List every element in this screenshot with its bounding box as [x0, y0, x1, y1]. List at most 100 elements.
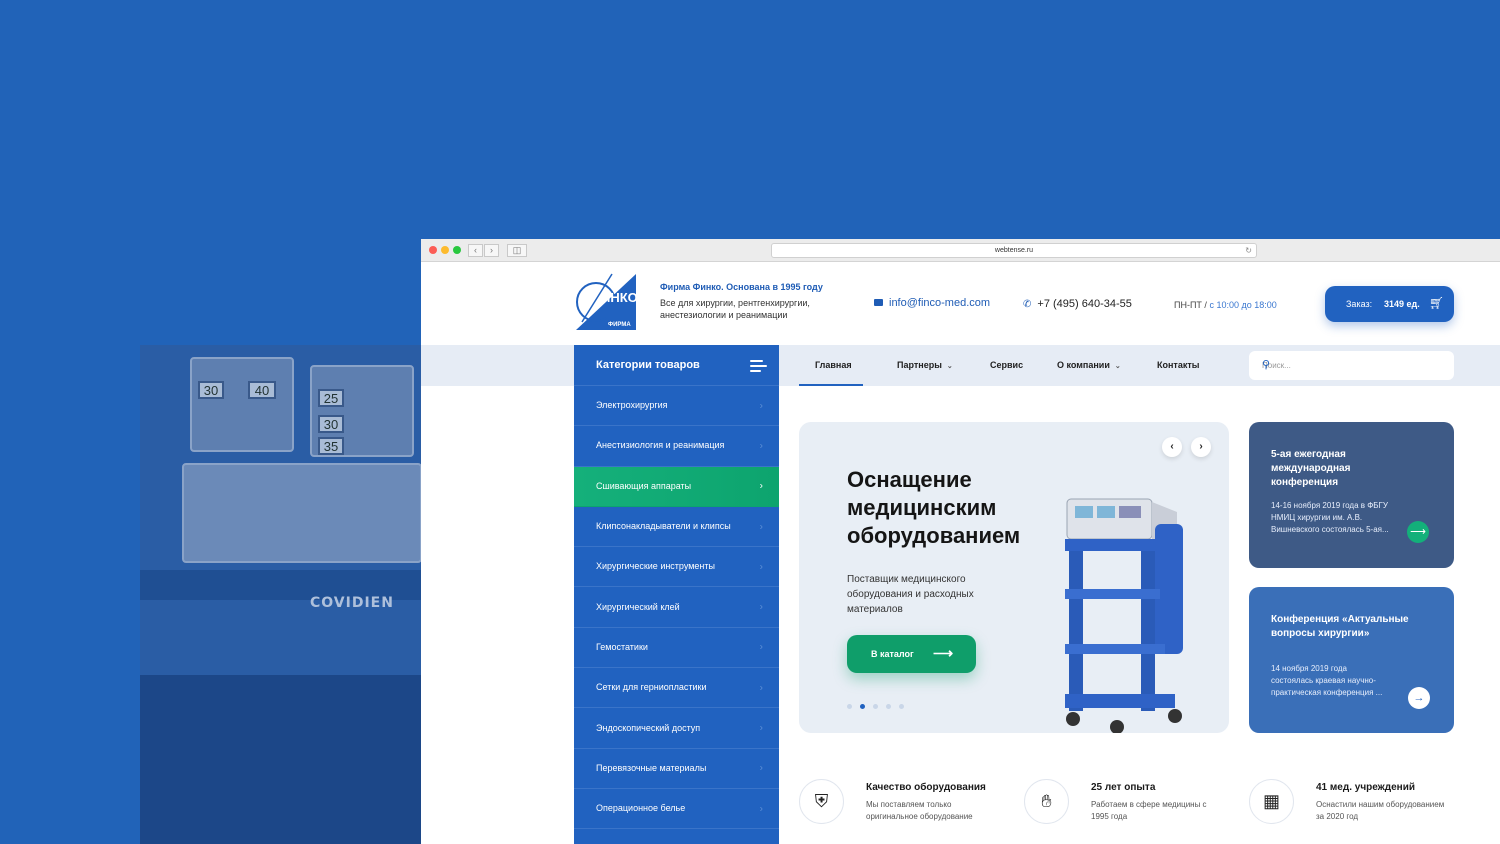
catalog-button[interactable]: В каталог ⟶ [847, 635, 976, 673]
chevron-down-icon: ⌄ [1114, 363, 1121, 370]
mail-icon [874, 299, 883, 306]
nav-contacts[interactable]: Контакты [1157, 360, 1199, 370]
nav-partners[interactable]: Партнеры ⌄ [897, 360, 953, 370]
reload-icon[interactable]: ↻ [1245, 244, 1252, 257]
hospital-icon: ▦ [1249, 779, 1294, 824]
slide-dot[interactable] [873, 704, 878, 709]
sidebar-item-label: Эндоскопический доступ [596, 722, 701, 733]
zoom-dot-icon[interactable] [453, 246, 461, 254]
arrow-right-icon: ⟶ [933, 645, 954, 661]
hours-time: с 10:00 до 18:00 [1209, 300, 1277, 310]
sidebar-item-clip-appliers[interactable]: Клипсонакладыватели и клипсы › [574, 507, 779, 548]
hours-days: ПН-ПТ / [1174, 300, 1207, 310]
svg-text:ФИРМА: ФИРМА [608, 322, 631, 328]
slider-dots [847, 696, 912, 714]
chevron-right-icon: › [759, 762, 763, 774]
sidebar-item-dressings[interactable]: Перевязочные материалы › [574, 749, 779, 789]
nav-about[interactable]: О компании ⌄ [1057, 360, 1121, 370]
sidebar-item-label: Анестизиология и реанимация [596, 440, 725, 451]
address-bar[interactable]: webtense.ru ↻ [771, 243, 1257, 258]
news-card[interactable]: Конференция «Актуальные вопросы хирургии… [1249, 587, 1454, 733]
back-arrow-icon[interactable]: ‹ [468, 244, 483, 257]
news-title: Конференция «Актуальные вопросы хирургии… [1271, 614, 1409, 639]
catalog-button-label: В каталог [871, 649, 914, 659]
sidebar-item-surgical-instruments[interactable]: Хирургические инструменты › [574, 547, 779, 588]
slide-dot[interactable] [899, 704, 904, 709]
hero-slider: Оснащение медицинским оборудованием Пост… [799, 422, 1229, 733]
close-dot-icon[interactable] [429, 246, 437, 254]
order-label: Заказ: [1346, 299, 1373, 309]
sidebar-item-label: Клипсонакладыватели и клипсы [596, 521, 731, 532]
chevron-right-icon: › [759, 641, 763, 653]
chevron-down-icon: ⌄ [946, 363, 953, 370]
browser-window: ‹ › ◫ webtense.ru ↻ ИНКО ФИРМА Фирма Финк… [421, 239, 1500, 844]
phone-link[interactable]: ✆ +7 (495) 640-34-55 [1023, 298, 1132, 310]
chevron-right-icon: › [759, 601, 763, 613]
shield-icon: ⛨ [799, 779, 844, 824]
news-text: 14-16 ноября 2019 года в ФБГУ НМИЦ хирур… [1271, 501, 1389, 534]
device-value: 35 [318, 437, 344, 455]
news-text: 14 ноября 2019 года состоялась краевая н… [1271, 664, 1383, 697]
sidebar-item-staplers[interactable]: Сшивающия аппараты › [574, 466, 779, 507]
chevron-right-icon: › [759, 400, 763, 412]
sidebar-header[interactable]: Категории товаров [574, 345, 779, 386]
sidebar-item-hemostatics[interactable]: Гемостатики › [574, 628, 779, 669]
sidebar-toggle-icon[interactable]: ◫ [507, 244, 527, 257]
device-value: 30 [198, 381, 224, 399]
sidebar-title: Категории товаров [596, 359, 700, 371]
device-base [140, 675, 421, 844]
sidebar-item-endoscopic-access[interactable]: Эндоскопический доступ › [574, 708, 779, 749]
slider-next-icon[interactable]: › [1191, 437, 1211, 457]
email-text: info@finco-med.com [889, 297, 991, 309]
nav-label: О компании [1057, 360, 1110, 370]
device-value: 30 [318, 415, 344, 433]
sidebar-item-electrosurgery[interactable]: Электрохирургия › [574, 386, 779, 427]
slider-prev-icon[interactable]: ‹ [1162, 437, 1182, 457]
chevron-right-icon: › [759, 480, 763, 492]
slide-dot[interactable] [886, 704, 891, 709]
phone-text: +7 (495) 640-34-55 [1037, 298, 1132, 310]
sidebar-item-anesthesiology[interactable]: Анестизиология и реанимация › [574, 426, 779, 467]
nav-service[interactable]: Сервис [990, 360, 1023, 370]
device-value: 40 [248, 381, 276, 399]
feature-experience: ✋︎ 25 лет опыта Работаем в сфере медицин… [1024, 779, 1244, 829]
device-front-panel [182, 463, 421, 563]
chevron-right-icon: › [759, 722, 763, 734]
sidebar-item-label: Операционное белье [596, 803, 686, 814]
slide-dot-active[interactable] [860, 704, 865, 709]
forward-arrow-icon[interactable]: › [484, 244, 499, 257]
menu-icon[interactable] [750, 360, 767, 372]
order-cart-button[interactable]: Заказ: 3149 ед. 🛒︎ [1325, 286, 1454, 322]
company-logo[interactable]: ИНКО ФИРМА [574, 272, 638, 332]
sidebar-item-label: Хирургический клей [596, 601, 680, 612]
nav-label: Партнеры [897, 360, 942, 370]
hero-text: Поставщик медицинского оборудования и ра… [847, 574, 974, 615]
chevron-right-icon: › [759, 803, 763, 815]
slide-dot[interactable] [847, 704, 852, 709]
feature-text: Оснастили нашим оборудованием за 2020 го… [1316, 800, 1445, 821]
sidebar-item-label: Хирургические инструменты [596, 561, 715, 572]
chevron-right-icon: › [759, 440, 763, 452]
device-display-panel: 30 40 [190, 357, 294, 452]
search-icon[interactable]: ⚲ [1262, 358, 1442, 371]
sidebar-item-surgical-linen[interactable]: Операционное белье › [574, 789, 779, 830]
sidebar-item-hernia-meshes[interactable]: Сетки для герниопластики › [574, 668, 779, 709]
url-text: webtense.ru [994, 247, 1034, 254]
arrow-right-icon[interactable]: ⟶ [1407, 521, 1429, 543]
active-nav-indicator [799, 384, 863, 386]
sidebar-item-surgical-glue[interactable]: Хирургический клей › [574, 587, 779, 628]
news-card[interactable]: 5-ая ежегодная международная конференция… [1249, 422, 1454, 568]
sidebar-item-label: Перевязочные материалы [596, 762, 707, 773]
nav-home[interactable]: Главная [815, 360, 852, 370]
hero-title: Оснащение медицинским оборудованием [847, 467, 1021, 548]
feature-quality: ⛨ Качество оборудования Мы поставляем то… [799, 779, 1019, 829]
category-sidebar: Категории товаров Электрохирургия › Анест… [574, 345, 779, 844]
site-header: ИНКО ФИРМА Фирма Финко. Основана в 1995 … [421, 262, 1500, 345]
search-input[interactable]: Поиск... ⚲ [1249, 351, 1454, 380]
sidebar-item-label: Электрохирургия [596, 400, 668, 411]
email-link[interactable]: info@finco-med.com [874, 297, 990, 309]
minimize-dot-icon[interactable] [441, 246, 449, 254]
browser-toolbar: ‹ › ◫ webtense.ru ↻ [421, 239, 1500, 262]
arrow-right-icon[interactable]: → [1408, 687, 1430, 709]
svg-text:ИНКО: ИНКО [601, 290, 638, 305]
